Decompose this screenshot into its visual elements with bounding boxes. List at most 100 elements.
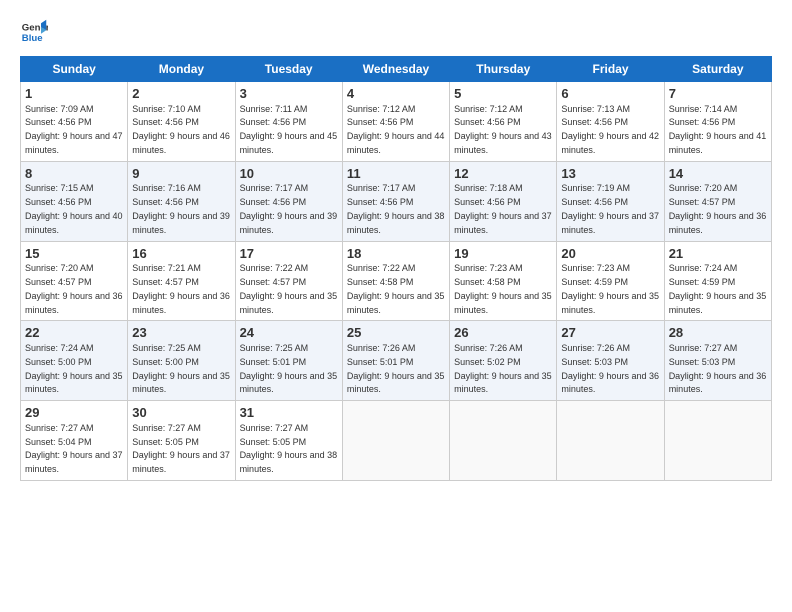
calendar-cell: 21Sunrise: 7:24 AMSunset: 4:59 PMDayligh… (664, 241, 771, 321)
cell-info: Sunrise: 7:09 AMSunset: 4:56 PMDaylight:… (25, 104, 123, 155)
header: General Blue (20, 18, 772, 46)
cell-info: Sunrise: 7:22 AMSunset: 4:58 PMDaylight:… (347, 263, 445, 314)
calendar-cell: 5Sunrise: 7:12 AMSunset: 4:56 PMDaylight… (450, 82, 557, 162)
day-number: 28 (669, 324, 767, 342)
day-number: 30 (132, 404, 230, 422)
calendar-cell: 22Sunrise: 7:24 AMSunset: 5:00 PMDayligh… (21, 321, 128, 401)
day-number: 2 (132, 85, 230, 103)
cell-info: Sunrise: 7:19 AMSunset: 4:56 PMDaylight:… (561, 183, 659, 234)
cell-info: Sunrise: 7:24 AMSunset: 5:00 PMDaylight:… (25, 343, 123, 394)
cell-info: Sunrise: 7:21 AMSunset: 4:57 PMDaylight:… (132, 263, 230, 314)
day-number: 26 (454, 324, 552, 342)
day-number: 31 (240, 404, 338, 422)
cell-info: Sunrise: 7:22 AMSunset: 4:57 PMDaylight:… (240, 263, 338, 314)
day-of-week-header: Friday (557, 57, 664, 82)
day-number: 9 (132, 165, 230, 183)
day-number: 5 (454, 85, 552, 103)
calendar-cell: 15Sunrise: 7:20 AMSunset: 4:57 PMDayligh… (21, 241, 128, 321)
calendar-cell: 10Sunrise: 7:17 AMSunset: 4:56 PMDayligh… (235, 161, 342, 241)
calendar-cell: 19Sunrise: 7:23 AMSunset: 4:58 PMDayligh… (450, 241, 557, 321)
calendar-cell: 4Sunrise: 7:12 AMSunset: 4:56 PMDaylight… (342, 82, 449, 162)
calendar-cell: 17Sunrise: 7:22 AMSunset: 4:57 PMDayligh… (235, 241, 342, 321)
calendar-cell: 18Sunrise: 7:22 AMSunset: 4:58 PMDayligh… (342, 241, 449, 321)
calendar-cell: 11Sunrise: 7:17 AMSunset: 4:56 PMDayligh… (342, 161, 449, 241)
day-number: 18 (347, 245, 445, 263)
cell-info: Sunrise: 7:26 AMSunset: 5:01 PMDaylight:… (347, 343, 445, 394)
day-number: 23 (132, 324, 230, 342)
cell-info: Sunrise: 7:17 AMSunset: 4:56 PMDaylight:… (240, 183, 338, 234)
calendar-cell: 26Sunrise: 7:26 AMSunset: 5:02 PMDayligh… (450, 321, 557, 401)
calendar-cell: 8Sunrise: 7:15 AMSunset: 4:56 PMDaylight… (21, 161, 128, 241)
logo-icon: General Blue (20, 18, 48, 46)
day-number: 17 (240, 245, 338, 263)
day-number: 25 (347, 324, 445, 342)
cell-info: Sunrise: 7:20 AMSunset: 4:57 PMDaylight:… (669, 183, 767, 234)
day-number: 27 (561, 324, 659, 342)
day-number: 12 (454, 165, 552, 183)
cell-info: Sunrise: 7:25 AMSunset: 5:00 PMDaylight:… (132, 343, 230, 394)
calendar-cell: 24Sunrise: 7:25 AMSunset: 5:01 PMDayligh… (235, 321, 342, 401)
day-number: 24 (240, 324, 338, 342)
day-number: 21 (669, 245, 767, 263)
day-number: 4 (347, 85, 445, 103)
cell-info: Sunrise: 7:11 AMSunset: 4:56 PMDaylight:… (240, 104, 338, 155)
page: General Blue SundayMondayTuesdayWednesda… (0, 0, 792, 612)
day-number: 14 (669, 165, 767, 183)
day-of-week-header: Sunday (21, 57, 128, 82)
logo: General Blue (20, 18, 48, 46)
cell-info: Sunrise: 7:26 AMSunset: 5:02 PMDaylight:… (454, 343, 552, 394)
cell-info: Sunrise: 7:24 AMSunset: 4:59 PMDaylight:… (669, 263, 767, 314)
cell-info: Sunrise: 7:23 AMSunset: 4:58 PMDaylight:… (454, 263, 552, 314)
day-number: 7 (669, 85, 767, 103)
day-number: 16 (132, 245, 230, 263)
day-number: 13 (561, 165, 659, 183)
cell-info: Sunrise: 7:12 AMSunset: 4:56 PMDaylight:… (454, 104, 552, 155)
calendar-week-row: 15Sunrise: 7:20 AMSunset: 4:57 PMDayligh… (21, 241, 772, 321)
calendar-cell: 27Sunrise: 7:26 AMSunset: 5:03 PMDayligh… (557, 321, 664, 401)
calendar-cell (342, 401, 449, 481)
cell-info: Sunrise: 7:26 AMSunset: 5:03 PMDaylight:… (561, 343, 659, 394)
svg-text:Blue: Blue (22, 33, 43, 44)
calendar-cell: 6Sunrise: 7:13 AMSunset: 4:56 PMDaylight… (557, 82, 664, 162)
calendar-cell: 25Sunrise: 7:26 AMSunset: 5:01 PMDayligh… (342, 321, 449, 401)
calendar-cell: 23Sunrise: 7:25 AMSunset: 5:00 PMDayligh… (128, 321, 235, 401)
cell-info: Sunrise: 7:13 AMSunset: 4:56 PMDaylight:… (561, 104, 659, 155)
cell-info: Sunrise: 7:15 AMSunset: 4:56 PMDaylight:… (25, 183, 123, 234)
day-number: 15 (25, 245, 123, 263)
calendar-cell: 30Sunrise: 7:27 AMSunset: 5:05 PMDayligh… (128, 401, 235, 481)
day-number: 29 (25, 404, 123, 422)
day-number: 11 (347, 165, 445, 183)
cell-info: Sunrise: 7:17 AMSunset: 4:56 PMDaylight:… (347, 183, 445, 234)
calendar-cell: 28Sunrise: 7:27 AMSunset: 5:03 PMDayligh… (664, 321, 771, 401)
calendar-table: SundayMondayTuesdayWednesdayThursdayFrid… (20, 56, 772, 481)
day-of-week-header: Wednesday (342, 57, 449, 82)
calendar-cell: 1Sunrise: 7:09 AMSunset: 4:56 PMDaylight… (21, 82, 128, 162)
cell-info: Sunrise: 7:27 AMSunset: 5:05 PMDaylight:… (132, 423, 230, 474)
day-number: 6 (561, 85, 659, 103)
calendar-cell: 2Sunrise: 7:10 AMSunset: 4:56 PMDaylight… (128, 82, 235, 162)
cell-info: Sunrise: 7:27 AMSunset: 5:05 PMDaylight:… (240, 423, 338, 474)
cell-info: Sunrise: 7:12 AMSunset: 4:56 PMDaylight:… (347, 104, 445, 155)
day-number: 3 (240, 85, 338, 103)
day-number: 20 (561, 245, 659, 263)
day-of-week-header: Tuesday (235, 57, 342, 82)
calendar-cell: 9Sunrise: 7:16 AMSunset: 4:56 PMDaylight… (128, 161, 235, 241)
calendar-cell: 29Sunrise: 7:27 AMSunset: 5:04 PMDayligh… (21, 401, 128, 481)
calendar-cell (557, 401, 664, 481)
cell-info: Sunrise: 7:14 AMSunset: 4:56 PMDaylight:… (669, 104, 767, 155)
calendar-week-row: 1Sunrise: 7:09 AMSunset: 4:56 PMDaylight… (21, 82, 772, 162)
calendar-cell (664, 401, 771, 481)
cell-info: Sunrise: 7:10 AMSunset: 4:56 PMDaylight:… (132, 104, 230, 155)
cell-info: Sunrise: 7:20 AMSunset: 4:57 PMDaylight:… (25, 263, 123, 314)
day-of-week-header: Thursday (450, 57, 557, 82)
cell-info: Sunrise: 7:16 AMSunset: 4:56 PMDaylight:… (132, 183, 230, 234)
calendar-cell: 14Sunrise: 7:20 AMSunset: 4:57 PMDayligh… (664, 161, 771, 241)
day-number: 22 (25, 324, 123, 342)
day-number: 1 (25, 85, 123, 103)
day-number: 10 (240, 165, 338, 183)
calendar-cell: 7Sunrise: 7:14 AMSunset: 4:56 PMDaylight… (664, 82, 771, 162)
cell-info: Sunrise: 7:25 AMSunset: 5:01 PMDaylight:… (240, 343, 338, 394)
cell-info: Sunrise: 7:18 AMSunset: 4:56 PMDaylight:… (454, 183, 552, 234)
calendar-cell: 13Sunrise: 7:19 AMSunset: 4:56 PMDayligh… (557, 161, 664, 241)
calendar-week-row: 22Sunrise: 7:24 AMSunset: 5:00 PMDayligh… (21, 321, 772, 401)
